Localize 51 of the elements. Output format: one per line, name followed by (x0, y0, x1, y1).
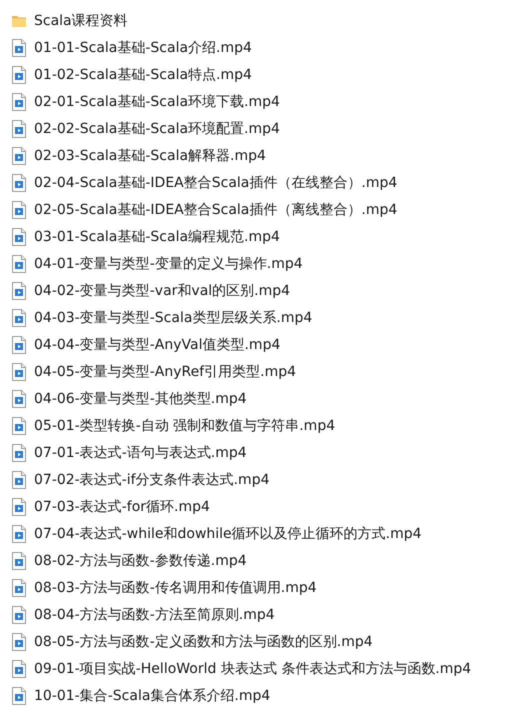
video-file-icon (11, 38, 27, 56)
video-file-icon (11, 444, 27, 462)
file-name[interactable]: 02-04-Scala基础-IDEA整合Scala插件（在线整合）.mp4 (34, 174, 398, 192)
file-name[interactable]: 07-04-表达式-while和dowhile循环以及停止循环的方式.mp4 (34, 524, 422, 542)
video-file-icon (11, 336, 27, 354)
video-file-icon (11, 92, 27, 110)
video-file-icon (11, 470, 27, 488)
video-file-icon (11, 362, 27, 380)
file-name[interactable]: 09-01-项目实战-HelloWorld 块表达式 条件表达式和方法与函数.mp4 (34, 660, 472, 678)
file-name[interactable]: 08-04-方法与函数-方法至简原则.mp4 (34, 606, 275, 624)
video-file-icon (11, 686, 27, 704)
file-name[interactable]: 02-02-Scala基础-Scala环境配置.mp4 (34, 120, 280, 138)
file-name[interactable]: 10-01-集合-Scala集合体系介绍.mp4 (34, 686, 270, 704)
video-file-icon (11, 524, 27, 542)
file-name[interactable]: 08-02-方法与函数-参数传递.mp4 (34, 552, 247, 570)
file-name[interactable]: 02-03-Scala基础-Scala解释器.mp4 (34, 146, 266, 164)
video-file-icon (11, 66, 27, 84)
video-file-icon (11, 228, 27, 246)
file-name[interactable]: 04-06-变量与类型-其他类型.mp4 (34, 390, 247, 408)
video-file-icon (11, 390, 27, 408)
video-file-icon (11, 308, 27, 326)
file-name[interactable]: 01-02-Scala基础-Scala特点.mp4 (34, 66, 252, 84)
file-name[interactable]: 04-01-变量与类型-变量的定义与操作.mp4 (34, 254, 303, 272)
video-file-icon (11, 146, 27, 164)
file-name[interactable]: 04-05-变量与类型-AnyRef引用类型.mp4 (34, 362, 296, 380)
video-file-icon (11, 254, 27, 272)
video-file-icon (11, 606, 27, 624)
file-name[interactable]: 07-01-表达式-语句与表达式.mp4 (34, 444, 247, 462)
file-name[interactable]: 08-05-方法与函数-定义函数和方法与函数的区别.mp4 (34, 632, 373, 650)
file-name[interactable]: 04-04-变量与类型-AnyVal值类型.mp4 (34, 336, 280, 354)
file-name[interactable]: 02-05-Scala基础-IDEA整合Scala插件（离线整合）.mp4 (34, 200, 398, 218)
file-name[interactable]: 04-03-变量与类型-Scala类型层级关系.mp4 (34, 308, 312, 326)
video-file-icon (11, 282, 27, 300)
file-name[interactable]: Scala课程资料 (34, 12, 128, 30)
video-file-icon (11, 200, 27, 218)
file-name[interactable]: 08-03-方法与函数-传名调用和传值调用.mp4 (34, 578, 317, 596)
file-name[interactable]: 05-01-类型转换-自动 强制和数值与字符串.mp4 (34, 416, 336, 434)
video-file-icon (11, 578, 27, 596)
file-name[interactable]: 04-02-变量与类型-var和val的区别.mp4 (34, 282, 290, 300)
file-name[interactable]: 07-03-表达式-for循环.mp4 (34, 498, 210, 516)
file-name[interactable]: 07-02-表达式-if分支条件表达式.mp4 (34, 470, 270, 488)
video-file-icon (11, 498, 27, 516)
video-file-icon (11, 632, 27, 650)
file-name[interactable]: 02-01-Scala基础-Scala环境下载.mp4 (34, 92, 280, 110)
video-file-icon (11, 174, 27, 192)
video-file-icon (11, 660, 27, 678)
file-name[interactable]: 01-01-Scala基础-Scala介绍.mp4 (34, 38, 252, 56)
video-file-icon (11, 552, 27, 570)
video-file-icon (11, 120, 27, 138)
video-file-icon (11, 416, 27, 434)
file-name[interactable]: 03-01-Scala基础-Scala编程规范.mp4 (34, 228, 280, 246)
